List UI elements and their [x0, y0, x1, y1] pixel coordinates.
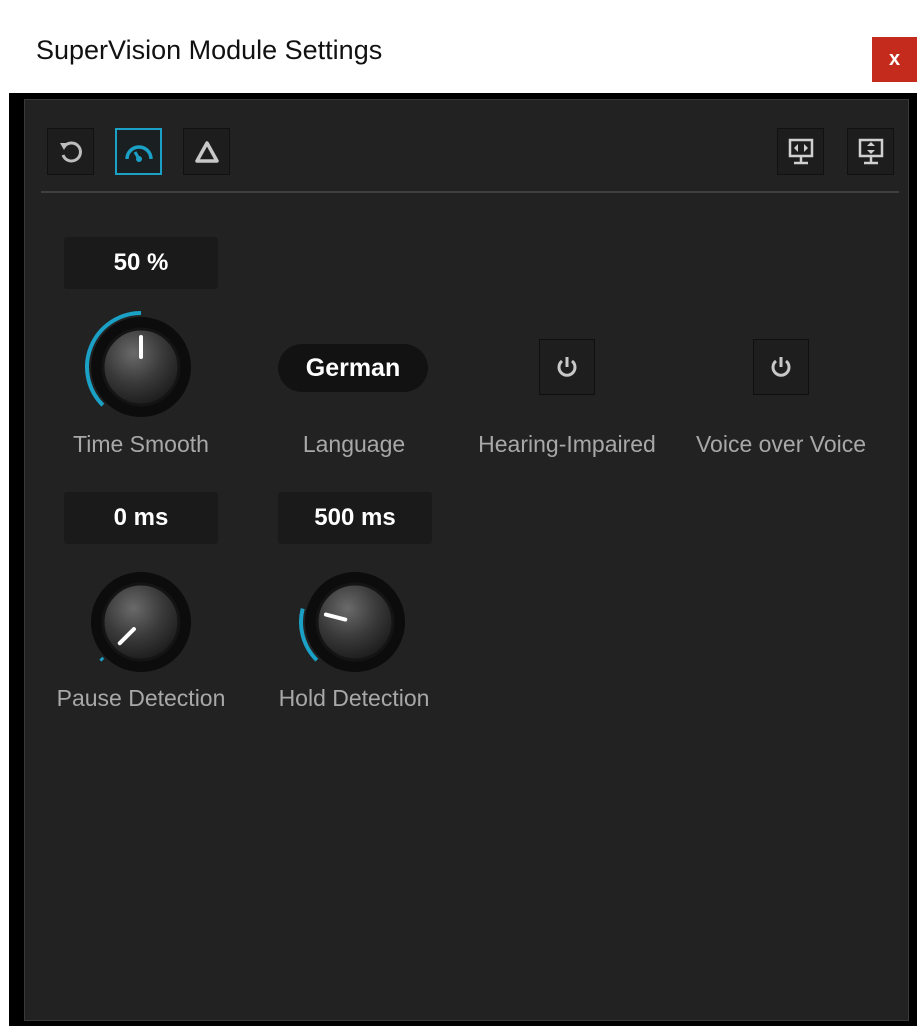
- hearing-impaired-toggle[interactable]: [539, 339, 595, 395]
- title-bar: SuperVision Module Settings x: [9, 7, 917, 93]
- time-smooth-label: Time Smooth: [73, 431, 209, 457]
- reset-button[interactable]: [47, 128, 94, 175]
- language-selector[interactable]: German: [278, 344, 428, 392]
- hold-detection-knob[interactable]: [295, 562, 415, 687]
- voice-over-voice-toggle[interactable]: [753, 339, 809, 395]
- toolbar-divider: [41, 191, 899, 193]
- hold-detection-label: Hold Detection: [278, 685, 430, 711]
- time-smooth-knob[interactable]: [81, 307, 201, 432]
- monitor-vertical-icon: [858, 138, 883, 164]
- knob-graphic: [85, 311, 191, 417]
- knob-graphic: [299, 572, 405, 672]
- voice-over-voice-label: Voice over Voice: [695, 431, 867, 457]
- monitor-horizontal-button[interactable]: [777, 128, 824, 175]
- pause-detection-label: Pause Detection: [56, 685, 226, 711]
- time-smooth-readout[interactable]: 50 %: [64, 237, 218, 289]
- hearing-impaired-label: Hearing-Impaired: [478, 431, 656, 457]
- reset-icon: [59, 141, 82, 162]
- settings-window: SuperVision Module Settings x 50 % Time …: [9, 7, 917, 1026]
- pause-detection-readout[interactable]: 0 ms: [64, 492, 218, 544]
- triangle-button[interactable]: [183, 128, 230, 175]
- power-icon: [771, 357, 791, 377]
- monitor-horizontal-icon: [788, 138, 813, 164]
- power-icon: [557, 357, 577, 377]
- language-label: Language: [302, 431, 406, 457]
- triangle-icon: [194, 140, 219, 163]
- knob-graphic: [91, 572, 191, 672]
- hold-detection-readout[interactable]: 500 ms: [278, 492, 432, 544]
- close-button[interactable]: x: [872, 37, 917, 82]
- knob-level-arc: [99, 656, 105, 662]
- window-title: SuperVision Module Settings: [36, 35, 383, 65]
- gauge-icon: [124, 144, 153, 162]
- monitor-vertical-button[interactable]: [847, 128, 894, 175]
- knob-body: [315, 582, 395, 662]
- knob-body: [101, 582, 181, 662]
- gauge-view-button[interactable]: [115, 128, 162, 175]
- pause-detection-knob[interactable]: [81, 562, 201, 687]
